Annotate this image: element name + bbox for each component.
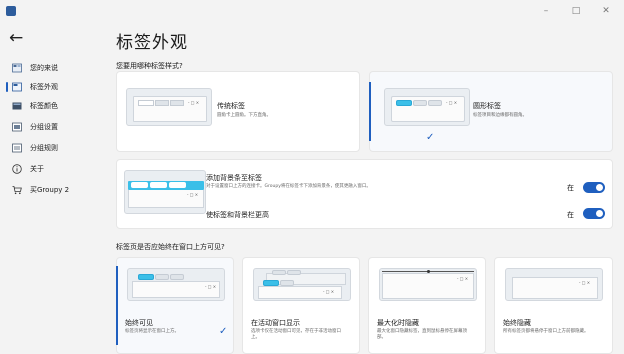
- sidebar-item-label: 买Groupy 2: [30, 186, 70, 194]
- classic-tabs-preview: - □ ×: [126, 88, 212, 126]
- selected-indicator: [116, 266, 118, 345]
- sidebar-item-label: 关于: [30, 165, 44, 173]
- option-title: 传统标签: [217, 102, 245, 110]
- option-desc: 最大化窗口隐藏标签，直到鼠标悬停在屏幕顶部。: [377, 329, 467, 340]
- background-bar-setting: - □ × 添加背景条至标签 对于设置窗口上方的连接卡。Groupy将在标签卡下…: [116, 159, 613, 229]
- sidebar-item-tab-colors[interactable]: 标签颜色: [6, 97, 106, 115]
- hide-maximized-preview: - □ ×: [379, 268, 477, 301]
- minimize-button[interactable]: –: [536, 3, 556, 19]
- option-desc: 所有标签页都将悬停于窗口上方前都隐藏。: [503, 329, 589, 334]
- welcome-icon: [12, 63, 22, 73]
- background-bar-toggle[interactable]: [583, 182, 605, 193]
- checkmark-icon: ✓: [219, 326, 228, 337]
- sidebar-item-label: 分组设置: [30, 123, 58, 131]
- rounded-tabs-preview: - □ ×: [384, 88, 470, 126]
- checkmark-icon: ✓: [426, 132, 435, 143]
- back-arrow-icon[interactable]: ←: [9, 28, 23, 48]
- option-title: 始终可见: [125, 319, 153, 327]
- question-tab-style: 您要用哪种标签样式?: [116, 62, 183, 70]
- option-desc: 选项卡仅在活动窗口可见，存在于非活动窗口上。: [251, 329, 341, 340]
- option-title: 始终隐藏: [503, 319, 531, 327]
- setting-desc: 对于设置窗口上方的连接卡。Groupy将在标签卡下添加背景条，使其更融入窗口。: [206, 184, 371, 189]
- page-title: 标签外观: [116, 33, 188, 53]
- toggle-state-label: 在: [567, 211, 574, 219]
- sidebar-item-about[interactable]: 关于: [6, 160, 106, 178]
- toggle-state-label: 在: [567, 184, 574, 192]
- setting-secondary-title: 使标签和背景栏更高: [206, 211, 269, 219]
- sidebar-item-label: 您的来说: [30, 64, 58, 72]
- taller-tabs-toggle[interactable]: [583, 208, 605, 219]
- visibility-option-active-window[interactable]: - □ × 在活动窗口显示 选项卡仅在活动窗口可见，存在于非活动窗口上。: [242, 257, 360, 354]
- selected-indicator: [369, 82, 371, 141]
- option-desc: 圆角卡上圆角。下方直角。: [217, 113, 271, 118]
- selection-indicator: [6, 82, 8, 92]
- option-desc: 标签项目和边缘都有圆角。: [473, 113, 527, 118]
- group-rules-icon: [12, 143, 22, 153]
- visibility-option-hide-maximized[interactable]: - □ × 最大化时隐藏 最大化窗口隐藏标签，直到鼠标悬停在屏幕顶部。: [368, 257, 486, 354]
- tab-appearance-icon: [12, 82, 22, 92]
- background-bar-preview: - □ ×: [124, 170, 206, 214]
- sidebar-item-tab-appearance[interactable]: 标签外观: [6, 78, 106, 96]
- always-hidden-preview: - □ ×: [505, 268, 603, 301]
- sidebar-item-group-settings[interactable]: 分组设置: [6, 118, 106, 136]
- setting-title: 添加背景条至标签: [206, 174, 262, 182]
- sidebar-item-buy[interactable]: 买Groupy 2: [6, 181, 106, 199]
- title-bar: – □ ✕: [0, 0, 624, 22]
- question-tab-visibility: 标签页是否应始终在窗口上方可见?: [116, 243, 225, 251]
- tab-colors-icon: [12, 102, 22, 110]
- visibility-option-always[interactable]: - □ × 始终可见 标签页将显示在窗口上方。 ✓: [116, 257, 234, 354]
- group-settings-icon: [12, 122, 22, 132]
- option-desc: 标签页将显示在窗口上方。: [125, 329, 179, 334]
- sidebar-item-label: 标签颜色: [30, 102, 58, 110]
- visibility-option-always-hidden[interactable]: - □ × 始终隐藏 所有标签页都将悬停于窗口上方前都隐藏。: [494, 257, 613, 354]
- option-title: 圆形标签: [473, 102, 501, 110]
- active-window-preview: - □ ×: [253, 268, 351, 301]
- cart-icon: [12, 186, 22, 195]
- tab-style-option-rounded[interactable]: - □ × 圆形标签 标签项目和边缘都有圆角。 ✓: [369, 71, 613, 152]
- option-title: 在活动窗口显示: [251, 319, 300, 327]
- close-button[interactable]: ✕: [596, 3, 616, 19]
- always-visible-preview: - □ ×: [127, 268, 225, 301]
- maximize-button[interactable]: □: [566, 3, 586, 19]
- sidebar-item-group-rules[interactable]: 分组规则: [6, 139, 106, 157]
- app-icon: [6, 6, 16, 16]
- info-icon: [12, 164, 22, 174]
- tab-style-option-classic[interactable]: - □ × 传统标签 圆角卡上圆角。下方直角。: [116, 71, 360, 152]
- sidebar-item-label: 标签外观: [30, 83, 58, 91]
- option-title: 最大化时隐藏: [377, 319, 419, 327]
- sidebar-item-label: 分组规则: [30, 144, 58, 152]
- sidebar-item-welcome[interactable]: 您的来说: [6, 59, 106, 77]
